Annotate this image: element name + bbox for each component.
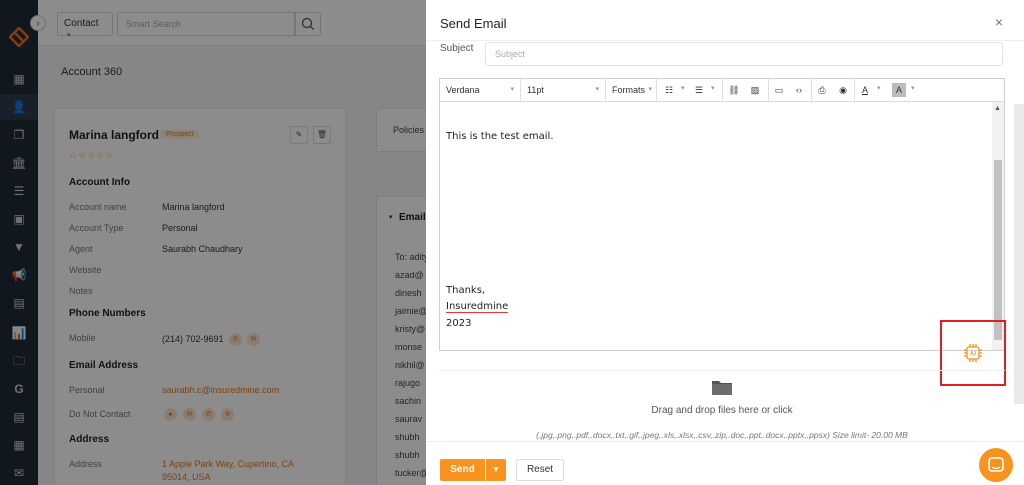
- font-size-dropdown[interactable]: 11pt ▾: [521, 79, 606, 101]
- send-button[interactable]: Send: [440, 459, 485, 481]
- send-email-modal: Send Email × Subject Subject Verdana ▾ 1…: [426, 0, 1024, 485]
- scroll-up-icon[interactable]: ▲: [994, 105, 1001, 112]
- body-text-line[interactable]: Insuredmine: [446, 301, 509, 313]
- chat-widget-button[interactable]: [979, 448, 1013, 482]
- toolbar-separator: [854, 79, 855, 101]
- text-color-icon[interactable]: A: [858, 83, 872, 97]
- editor-content[interactable]: This is the test email. Thanks, Insuredm…: [440, 102, 992, 350]
- modal-scrollbar[interactable]: [1014, 104, 1024, 404]
- chevron-down-icon: ▾: [510, 86, 514, 93]
- rich-text-editor: Verdana ▾ 11pt ▾ Formats ▾ ☷ ▾ ☰ ▾ ⛓ ▨ ▭…: [439, 78, 1005, 351]
- body-text-line[interactable]: 2023: [446, 318, 471, 329]
- chevron-down-icon[interactable]: ▾: [681, 84, 685, 92]
- dropzone-subtitle: (.jpg,.png,.pdf,.docx,.txt,.gif,.jpeg,.x…: [536, 430, 908, 440]
- toolbar-separator: [768, 79, 769, 101]
- divider: [426, 40, 1024, 41]
- print-icon[interactable]: ⎙: [815, 83, 829, 97]
- reset-button[interactable]: Reset: [516, 459, 564, 481]
- chevron-down-icon[interactable]: ▾: [877, 84, 881, 92]
- media-icon[interactable]: ▭: [772, 83, 786, 97]
- toolbar-separator: [811, 79, 812, 101]
- formats-value: Formats: [612, 85, 646, 95]
- send-options-button[interactable]: ▼: [486, 459, 506, 481]
- numbered-list-icon[interactable]: ☰: [692, 83, 706, 97]
- modal-footer: Send ▼ Reset: [426, 441, 1024, 485]
- editor-toolbar: Verdana ▾ 11pt ▾ Formats ▾ ☷ ▾ ☰ ▾ ⛓ ▨ ▭…: [440, 79, 1004, 102]
- image-icon[interactable]: ▨: [748, 83, 762, 97]
- chevron-down-icon: ▾: [595, 86, 599, 93]
- link-icon[interactable]: ⛓: [727, 83, 741, 97]
- background-color-icon[interactable]: A: [892, 83, 906, 97]
- bullet-list-icon[interactable]: ☷: [662, 83, 676, 97]
- chevron-down-icon: ▼: [492, 465, 500, 474]
- file-dropzone[interactable]: Drag and drop files here or click (.jpg,…: [439, 370, 1005, 450]
- font-family-value: Verdana: [446, 85, 480, 95]
- chevron-down-icon: ▾: [648, 86, 652, 93]
- ai-chip-icon[interactable]: AI: [962, 342, 984, 364]
- font-family-dropdown[interactable]: Verdana ▾: [440, 79, 521, 101]
- close-icon[interactable]: ×: [992, 15, 1006, 29]
- code-icon[interactable]: ‹›: [792, 83, 806, 97]
- chat-icon: [988, 457, 1004, 472]
- ai-label: AI: [970, 352, 976, 358]
- subject-label: Subject: [440, 43, 474, 54]
- chevron-down-icon[interactable]: ▾: [711, 84, 715, 92]
- folder-icon: [712, 381, 732, 395]
- body-text-line[interactable]: Thanks,: [446, 285, 485, 296]
- toolbar-separator: [722, 79, 723, 101]
- subject-input[interactable]: Subject: [485, 42, 1003, 66]
- dropzone-title: Drag and drop files here or click: [651, 405, 793, 416]
- preview-icon[interactable]: ◉: [836, 83, 850, 97]
- body-text-line[interactable]: This is the test email.: [446, 131, 554, 142]
- editor-scroll-thumb[interactable]: [994, 160, 1002, 340]
- editor-scrollbar[interactable]: ▲: [992, 102, 1004, 350]
- chevron-down-icon[interactable]: ▾: [911, 84, 915, 92]
- modal-title: Send Email: [440, 16, 507, 31]
- formats-dropdown[interactable]: Formats ▾: [606, 79, 657, 101]
- font-size-value: 11pt: [527, 85, 544, 95]
